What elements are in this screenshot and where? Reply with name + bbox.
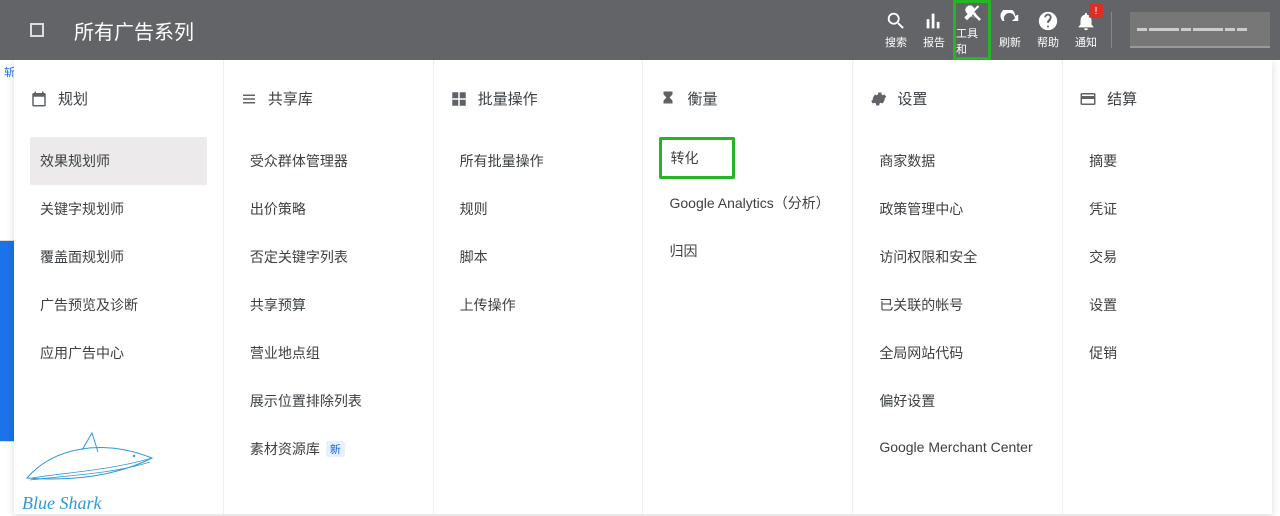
item-policy-center[interactable]: 政策管理中心 <box>869 185 1046 233</box>
col-head-settings: 设置 <box>869 88 1046 109</box>
new-badge: 新 <box>326 441 345 457</box>
item-shared-budgets[interactable]: 共享预算 <box>240 281 417 329</box>
hourglass-icon <box>659 90 677 108</box>
item-preferences[interactable]: 偏好设置 <box>869 377 1046 425</box>
menu-icon[interactable] <box>30 23 44 37</box>
item-all-bulk[interactable]: 所有批量操作 <box>450 137 627 185</box>
item-performance-planner[interactable]: 效果规划师 <box>30 137 207 185</box>
report-button[interactable]: 报告 <box>915 0 953 60</box>
notifications-label: 通知 <box>1075 34 1097 50</box>
col-head-billing: 结算 <box>1079 88 1256 109</box>
search-button[interactable]: 搜索 <box>877 0 915 60</box>
col-shared: 共享库 受众群体管理器 出价策略 否定关键字列表 共享预算 营业地点组 展示位置… <box>224 60 434 514</box>
item-rules[interactable]: 规则 <box>450 185 627 233</box>
col-title-billing: 结算 <box>1107 88 1137 109</box>
rail-top-text[interactable]: 斩 <box>0 60 14 80</box>
page-title: 所有广告系列 <box>74 16 194 45</box>
notifications-button[interactable]: ! 通知 <box>1067 0 1105 60</box>
col-head-bulk: 批量操作 <box>450 88 627 109</box>
col-head-planning: 规划 <box>30 88 207 109</box>
item-documents[interactable]: 凭证 <box>1079 185 1256 233</box>
col-title-bulk: 批量操作 <box>478 88 538 109</box>
col-billing: 结算 摘要 凭证 交易 设置 促销 <box>1063 60 1272 514</box>
col-bulk: 批量操作 所有批量操作 规则 脚本 上传操作 <box>434 60 644 514</box>
search-icon <box>885 10 907 32</box>
wrench-icon <box>961 3 983 23</box>
col-planning: 规划 效果规划师 关键字规划师 覆盖面规划师 广告预览及诊断 应用广告中心 <box>14 60 224 514</box>
top-bar-icons: 搜索 报告 工具和 刷新 帮助 ! 通知 <box>877 0 1270 60</box>
item-merchant-center[interactable]: Google Merchant Center <box>869 425 1046 469</box>
tools-label: 工具和 <box>956 25 988 57</box>
item-app-ads-hub[interactable]: 应用广告中心 <box>30 329 207 377</box>
item-google-analytics[interactable]: Google Analytics（分析） <box>659 179 836 227</box>
col-head-measure: 衡量 <box>659 88 836 109</box>
item-business-data[interactable]: 商家数据 <box>869 137 1046 185</box>
top-bar-left: 所有广告系列 <box>0 16 194 45</box>
top-bar: 所有广告系列 搜索 报告 工具和 刷新 帮助 ! 通知 <box>0 0 1280 60</box>
rail-active[interactable] <box>0 241 14 441</box>
item-transactions[interactable]: 交易 <box>1079 233 1256 281</box>
item-asset-library[interactable]: 素材资源库 新 <box>240 425 417 473</box>
item-conversions[interactable]: 转化 <box>659 137 735 179</box>
item-billing-settings[interactable]: 设置 <box>1079 281 1256 329</box>
tools-mega-menu: 规划 效果规划师 关键字规划师 覆盖面规划师 广告预览及诊断 应用广告中心 共享… <box>14 60 1272 514</box>
notif-badge: ! <box>1089 4 1103 18</box>
account-picker[interactable] <box>1130 12 1270 48</box>
left-rail: 斩 <box>0 60 14 516</box>
item-ad-preview[interactable]: 广告预览及诊断 <box>30 281 207 329</box>
search-label: 搜索 <box>885 34 907 50</box>
col-settings: 设置 商家数据 政策管理中心 访问权限和安全 已关联的帐号 全局网站代码 偏好设… <box>853 60 1063 514</box>
card-icon <box>1079 90 1097 108</box>
item-keyword-planner[interactable]: 关键字规划师 <box>30 185 207 233</box>
col-title-shared: 共享库 <box>268 88 313 109</box>
item-promotions[interactable]: 促销 <box>1079 329 1256 377</box>
refresh-button[interactable]: 刷新 <box>991 0 1029 60</box>
calendar-icon <box>30 90 48 108</box>
help-icon <box>1037 10 1059 32</box>
col-title-planning: 规划 <box>58 88 88 109</box>
help-button[interactable]: 帮助 <box>1029 0 1067 60</box>
item-placement-exclusion[interactable]: 展示位置排除列表 <box>240 377 417 425</box>
col-head-shared: 共享库 <box>240 88 417 109</box>
library-icon <box>240 90 258 108</box>
item-scripts[interactable]: 脚本 <box>450 233 627 281</box>
item-reach-planner[interactable]: 覆盖面规划师 <box>30 233 207 281</box>
refresh-label: 刷新 <box>999 34 1021 50</box>
item-access-security[interactable]: 访问权限和安全 <box>869 233 1046 281</box>
top-divider <box>1111 12 1112 48</box>
refresh-icon <box>999 10 1021 32</box>
item-location-groups[interactable]: 营业地点组 <box>240 329 417 377</box>
item-uploads[interactable]: 上传操作 <box>450 281 627 329</box>
tools-button[interactable]: 工具和 <box>953 0 991 60</box>
col-measure: 衡量 转化 Google Analytics（分析） 归因 <box>643 60 853 514</box>
gear-icon <box>869 90 887 108</box>
item-negative-keywords[interactable]: 否定关键字列表 <box>240 233 417 281</box>
item-attribution[interactable]: 归因 <box>659 227 836 275</box>
help-label: 帮助 <box>1037 34 1059 50</box>
report-label: 报告 <box>923 34 945 50</box>
item-linked-accounts[interactable]: 已关联的帐号 <box>869 281 1046 329</box>
item-audience-manager[interactable]: 受众群体管理器 <box>240 137 417 185</box>
item-bid-strategies[interactable]: 出价策略 <box>240 185 417 233</box>
item-summary[interactable]: 摘要 <box>1079 137 1256 185</box>
col-title-settings: 设置 <box>897 88 927 109</box>
item-global-site-tag[interactable]: 全局网站代码 <box>869 329 1046 377</box>
bulk-icon <box>450 90 468 108</box>
col-title-measure: 衡量 <box>687 88 717 109</box>
report-icon <box>923 10 945 32</box>
